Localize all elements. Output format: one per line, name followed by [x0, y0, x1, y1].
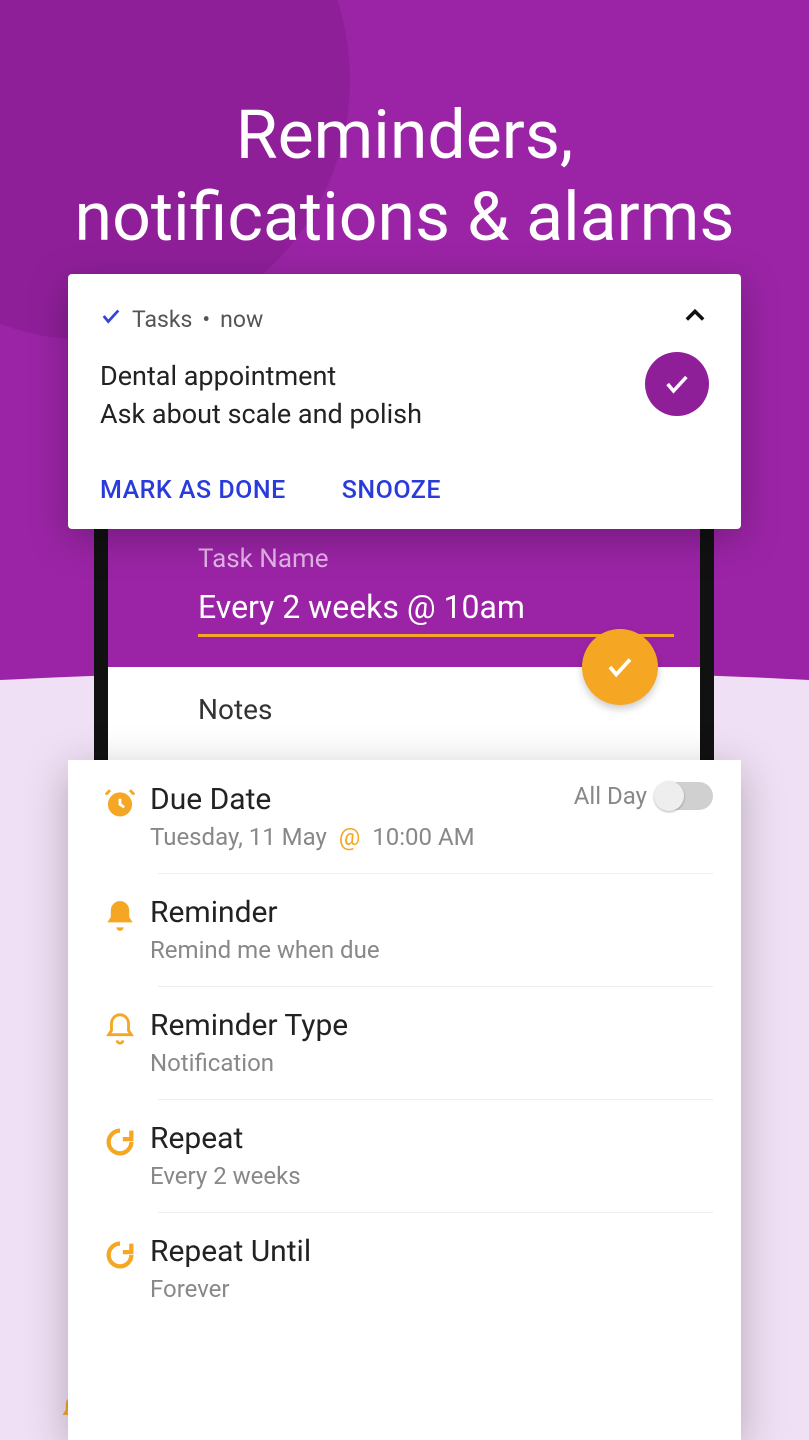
notification-header: Tasks • now [100, 302, 709, 336]
task-name-label: Task Name [198, 544, 674, 574]
repeat-until-row[interactable]: Repeat Until Forever [68, 1212, 741, 1325]
all-day-label: All Day [574, 782, 647, 810]
repeat-until-sub: Forever [150, 1275, 713, 1303]
notification-time: now [220, 306, 263, 333]
save-task-button[interactable] [582, 629, 658, 705]
notification-sep: • [202, 306, 210, 333]
notification-card: Tasks • now Dental appointment Ask about… [68, 274, 741, 529]
bell-icon [90, 899, 150, 933]
notification-app: Tasks [132, 306, 192, 333]
reminder-type-sub: Notification [150, 1049, 713, 1077]
notification-text: Dental appointment Ask about scale and p… [100, 358, 645, 434]
repeat-sub: Every 2 weeks [150, 1162, 713, 1190]
collapse-button[interactable] [681, 302, 709, 336]
repeat-title: Repeat [150, 1121, 713, 1156]
hero-title-line1: Reminders, [0, 95, 809, 177]
reminder-type-title: Reminder Type [150, 1008, 713, 1043]
snooze-button[interactable]: SNOOZE [342, 476, 441, 505]
settings-sheet: Due Date Tuesday, 11 May @ 10:00 AM All … [68, 760, 741, 1440]
repeat-until-icon [90, 1238, 150, 1272]
repeat-icon [90, 1125, 150, 1159]
due-date-value: Tuesday, 11 May @ 10:00 AM [150, 823, 574, 851]
reminder-row[interactable]: Reminder Remind me when due [68, 873, 741, 986]
mark-done-button[interactable]: MARK AS DONE [100, 476, 286, 505]
all-day-toggle[interactable] [655, 782, 713, 810]
bell-outline-icon [90, 1012, 150, 1046]
notification-subtitle: Ask about scale and polish [100, 396, 645, 434]
check-icon [100, 305, 122, 333]
due-date-title: Due Date [150, 782, 574, 817]
hero-title-line2: notifications & alarms [0, 177, 809, 259]
due-date-row[interactable]: Due Date Tuesday, 11 May @ 10:00 AM All … [68, 760, 741, 873]
repeat-until-title: Repeat Until [150, 1234, 713, 1269]
alarm-clock-icon [90, 786, 150, 820]
reminder-title: Reminder [150, 895, 713, 930]
repeat-row[interactable]: Repeat Every 2 weeks [68, 1099, 741, 1212]
reminder-type-row[interactable]: Reminder Type Notification [68, 986, 741, 1099]
hero-title: Reminders, notifications & alarms [0, 95, 809, 258]
complete-button[interactable] [645, 352, 709, 416]
notification-title: Dental appointment [100, 358, 645, 396]
task-name-input[interactable]: Every 2 weeks @ 10am [198, 588, 674, 637]
reminder-sub: Remind me when due [150, 936, 713, 964]
